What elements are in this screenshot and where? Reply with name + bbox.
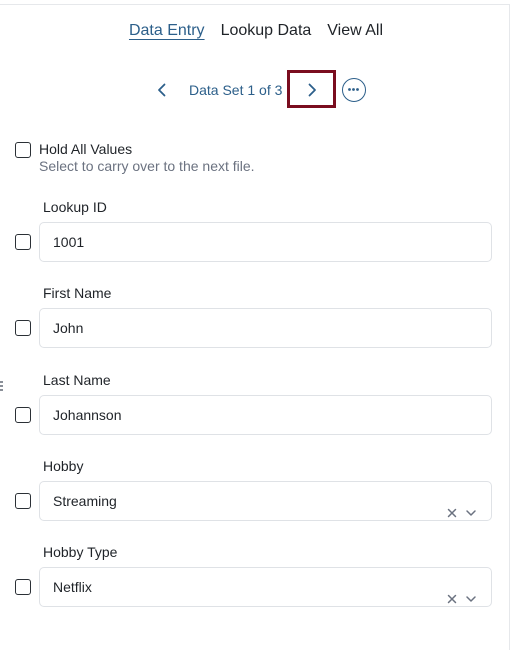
clear-icon[interactable] (446, 495, 458, 518)
hobby-select-value: Streaming (53, 493, 117, 509)
more-options-button[interactable] (342, 78, 366, 102)
hobby-type-hold-checkbox[interactable] (15, 579, 31, 595)
data-set-label: Data Set 1 of 3 (189, 82, 283, 98)
last-name-input[interactable]: Johannson (39, 395, 492, 435)
clear-icon[interactable] (446, 581, 458, 604)
hold-all-values-label: Hold All Values (39, 141, 133, 157)
hobby-type-select-value: Netflix (53, 579, 92, 595)
hobby-type-select[interactable]: Netflix (39, 567, 492, 607)
hold-all-values-checkbox[interactable] (15, 142, 31, 158)
chevron-left-icon[interactable] (152, 80, 172, 100)
hobby-select[interactable]: Streaming (39, 481, 492, 521)
hobby-hold-checkbox[interactable] (15, 493, 31, 509)
first-name-hold-checkbox[interactable] (15, 320, 31, 336)
first-name-label: First Name (43, 285, 112, 301)
hobby-type-label: Hobby Type (43, 544, 118, 560)
chevron-right-icon (308, 83, 316, 97)
last-name-label: Last Name (43, 372, 111, 388)
lookup-id-hold-checkbox[interactable] (15, 234, 31, 250)
lookup-id-input[interactable]: 1001 (39, 222, 492, 262)
first-name-input[interactable]: John (39, 308, 492, 348)
last-name-hold-checkbox[interactable] (15, 407, 31, 423)
tab-data-entry[interactable]: Data Entry (129, 22, 205, 40)
chevron-down-icon[interactable] (465, 581, 477, 602)
data-set-pager: Data Set 1 of 3 (0, 70, 512, 108)
resize-grip-icon[interactable] (0, 380, 4, 392)
tab-bar: Data Entry Lookup Data View All (0, 22, 512, 40)
hobby-label: Hobby (43, 458, 84, 474)
hold-all-values-hint: Select to carry over to the next file. (39, 158, 255, 174)
tab-view-all[interactable]: View All (327, 22, 383, 40)
tab-lookup-data[interactable]: Lookup Data (221, 22, 312, 40)
more-horizontal-icon (348, 88, 359, 91)
chevron-down-icon[interactable] (465, 495, 477, 516)
next-data-set-button[interactable] (287, 70, 336, 108)
lookup-id-label: Lookup ID (43, 199, 107, 215)
